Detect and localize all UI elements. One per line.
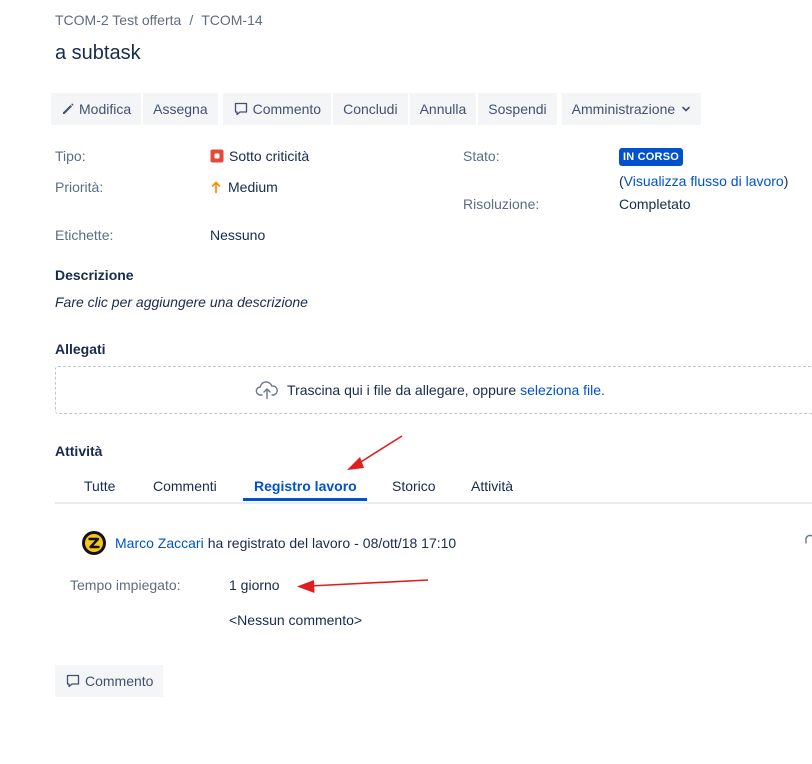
avatar[interactable]	[82, 531, 106, 555]
resolution-label: Risoluzione:	[463, 196, 540, 212]
tab-history[interactable]: Storico	[392, 478, 436, 494]
cancel-button[interactable]: Annulla	[409, 93, 477, 125]
type-label: Tipo:	[55, 148, 86, 164]
dropzone-content: Trascina qui i file da allegare, oppure …	[255, 380, 605, 400]
cloud-upload-icon	[255, 381, 278, 400]
attachment-dropzone[interactable]: Trascina qui i file da allegare, oppure …	[55, 366, 812, 414]
breadcrumb: TCOM-2 Test offerta / TCOM-14	[55, 12, 263, 28]
comment-toolbar-button[interactable]: Commento	[222, 93, 332, 125]
status-label: Stato:	[463, 148, 500, 164]
issue-toolbar: Modifica Assegna Commento Concludi Annul…	[51, 93, 702, 125]
admin-dropdown-button[interactable]: Amministrazione	[561, 93, 702, 125]
add-comment-button[interactable]: Commento	[55, 665, 164, 697]
annotation-arrow-time	[297, 579, 429, 593]
edit-assign-group: Modifica Assegna	[51, 93, 218, 125]
time-spent-label: Tempo impiegato:	[70, 577, 181, 593]
status-badge[interactable]: IN CORSO	[619, 148, 683, 166]
cancel-button-label: Annulla	[419, 101, 467, 117]
worklog-entry-header: Marco Zaccari ha registrato del lavoro -…	[82, 531, 456, 555]
assign-button-label: Assegna	[153, 101, 208, 117]
assign-button[interactable]: Assegna	[143, 93, 218, 125]
edit-button-label: Modifica	[79, 101, 132, 117]
resolution-value: Completato	[619, 196, 691, 212]
user-avatar-icon	[85, 534, 103, 552]
worklog-timestamp: 08/ott/18 17:10	[362, 535, 457, 551]
pencil-icon	[63, 103, 74, 114]
edit-button[interactable]: Modifica	[51, 93, 142, 125]
type-value-text: Sotto criticità	[229, 148, 310, 164]
tab-worklog[interactable]: Registro lavoro	[254, 478, 357, 494]
worklog-author-link[interactable]: Marco Zaccari	[115, 535, 204, 551]
workflow-link-wrapper: ( Visualizza flusso di lavoro )	[619, 173, 788, 189]
annotation-arrow-tab	[347, 435, 403, 470]
breadcrumb-separator: /	[189, 12, 194, 28]
view-workflow-link[interactable]: Visualizza flusso di lavoro	[624, 173, 784, 189]
worklog-action: ha registrato del lavoro	[207, 535, 351, 551]
tab-activity[interactable]: Attività	[471, 478, 513, 494]
admin-button-label: Amministrazione	[571, 101, 676, 117]
link-icon[interactable]	[804, 534, 812, 548]
active-tab-indicator	[243, 498, 367, 501]
add-comment-label: Commento	[85, 673, 154, 689]
comment-toolbar-label: Commento	[252, 101, 322, 117]
admin-group: Amministrazione	[561, 93, 702, 125]
dropzone-text: Trascina qui i file da allegare, oppure	[287, 382, 517, 398]
page-title[interactable]: a subtask	[55, 42, 141, 65]
priority-label: Priorità:	[55, 179, 104, 195]
description-field[interactable]: Fare clic per aggiungere una descrizione	[55, 294, 308, 310]
arrow-up-icon	[211, 181, 221, 194]
activity-tabs: Tutte Commenti Registro lavoro Storico A…	[55, 470, 812, 504]
priority-value: Medium	[210, 179, 278, 195]
workflow-paren-close: )	[783, 173, 789, 189]
priority-value-text: Medium	[228, 179, 278, 195]
time-spent-value: 1 giorno	[229, 577, 280, 593]
conclude-button[interactable]: Concludi	[333, 93, 408, 125]
chevron-down-icon	[682, 106, 690, 112]
suspend-button[interactable]: Sospendi	[478, 93, 557, 125]
subtask-type-icon	[210, 149, 224, 163]
worklog-summary: Marco Zaccari ha registrato del lavoro -…	[115, 535, 456, 551]
tab-all[interactable]: Tutte	[84, 478, 115, 494]
tab-comments[interactable]: Commenti	[153, 478, 217, 494]
attachments-heading: Allegati	[55, 341, 106, 357]
labels-label: Etichette:	[55, 227, 114, 243]
worklog-comment: <Nessun commento>	[229, 612, 363, 628]
breadcrumb-project-link[interactable]: TCOM-2 Test offerta	[55, 12, 181, 28]
breadcrumb-issue-link[interactable]: TCOM-14	[201, 12, 262, 28]
conclude-button-label: Concludi	[343, 101, 398, 117]
select-file-link[interactable]: seleziona file.	[520, 382, 605, 398]
suspend-button-label: Sospendi	[488, 101, 547, 117]
description-heading: Descrizione	[55, 267, 134, 283]
workflow-group: Commento Concludi Annulla Sospendi	[222, 93, 557, 125]
worklog-dash: -	[354, 535, 359, 551]
labels-value: Nessuno	[210, 227, 266, 243]
type-value: Sotto criticità	[210, 148, 309, 164]
comment-icon	[234, 102, 247, 116]
status-value: IN CORSO	[619, 148, 683, 166]
activity-heading: Attività	[55, 443, 103, 459]
comment-icon	[66, 674, 80, 688]
